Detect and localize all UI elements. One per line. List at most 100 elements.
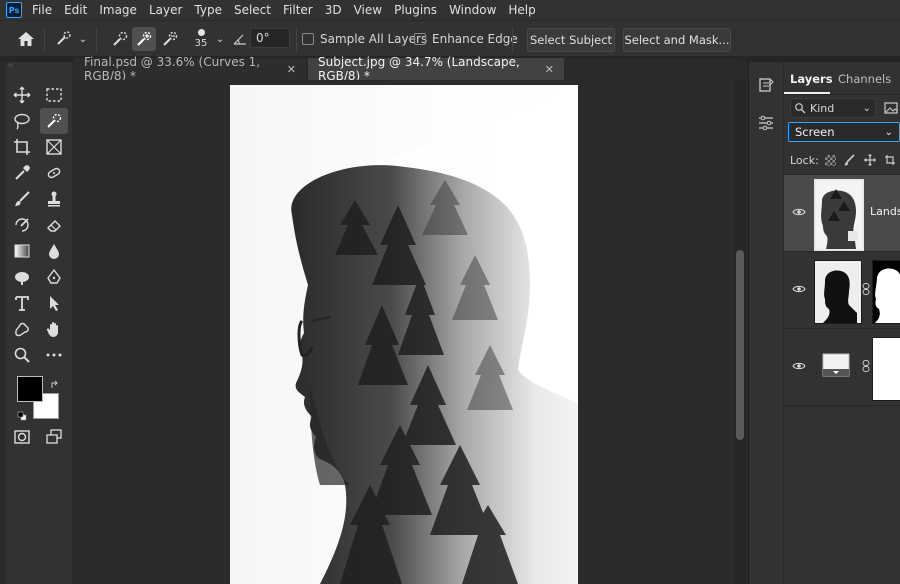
quick-selection-preset-icon[interactable]: [52, 28, 76, 50]
tab-channels[interactable]: Channels: [838, 68, 891, 90]
hand-icon[interactable]: [42, 318, 66, 340]
sample-all-layers-checkbox[interactable]: Sample All Layers: [302, 28, 427, 50]
adjustments-panel-icon[interactable]: [757, 114, 775, 132]
link-icon[interactable]: [862, 360, 870, 372]
brush-tip-icon: [197, 29, 205, 36]
menu-filter[interactable]: Filter: [283, 3, 313, 17]
document-canvas[interactable]: [230, 85, 578, 584]
quick-selection-tool-icon[interactable]: [40, 108, 68, 134]
menu-3d[interactable]: 3D: [325, 3, 342, 17]
checkbox-icon: [414, 33, 426, 45]
rectangular-marquee-icon[interactable]: [42, 84, 66, 106]
select-and-mask-button[interactable]: Select and Mask...: [623, 28, 731, 52]
lasso-icon[interactable]: [10, 110, 34, 132]
home-icon[interactable]: [14, 28, 38, 50]
eraser-icon[interactable]: [42, 214, 66, 236]
layer-mask-thumbnail[interactable]: [872, 337, 900, 401]
menu-bar: Ps File Edit Image Layer Type Select Fil…: [0, 0, 900, 20]
photoshop-logo-icon: Ps: [6, 2, 22, 18]
dodge-icon[interactable]: [10, 266, 34, 288]
tab-subject-jpg[interactable]: Subject.jpg @ 34.7% (Landscape, RGB/8) *…: [308, 55, 564, 83]
frame-tool-icon[interactable]: [42, 136, 66, 158]
swap-colors-icon[interactable]: [50, 375, 60, 388]
close-icon[interactable]: ✕: [545, 63, 554, 76]
menu-view[interactable]: View: [354, 3, 382, 17]
layer-row-subject[interactable]: [784, 252, 900, 329]
brush-icon[interactable]: [10, 188, 34, 210]
checkbox-icon: [302, 33, 314, 45]
link-icon[interactable]: [862, 283, 870, 295]
lock-pixels-icon[interactable]: [844, 154, 856, 166]
select-subject-button[interactable]: Select Subject: [527, 28, 615, 52]
menu-file[interactable]: File: [32, 3, 52, 17]
menu-select[interactable]: Select: [234, 3, 271, 17]
visibility-eye-icon[interactable]: [792, 282, 806, 296]
menu-edit[interactable]: Edit: [64, 3, 87, 17]
more-tools-icon[interactable]: [42, 344, 66, 366]
move-tool-icon[interactable]: [10, 84, 34, 106]
sample-all-layers-label: Sample All Layers: [320, 32, 428, 46]
chevron-down-icon[interactable]: ⌄: [76, 28, 90, 50]
blur-icon[interactable]: [42, 240, 66, 262]
layer-row-landscape[interactable]: Landsc: [784, 175, 900, 252]
menu-plugins[interactable]: Plugins: [394, 3, 437, 17]
vertical-scrollbar-thumb[interactable]: [736, 250, 744, 440]
menu-image[interactable]: Image: [99, 3, 137, 17]
foreground-color-swatch[interactable]: [17, 376, 43, 402]
lock-transparent-icon[interactable]: [824, 154, 836, 166]
pen-icon[interactable]: [42, 266, 66, 288]
brush-size-picker[interactable]: 35: [190, 24, 212, 54]
chevron-down-icon[interactable]: ⌄: [214, 28, 226, 50]
layer-thumbnail[interactable]: [814, 260, 862, 324]
image-filter-icon[interactable]: [884, 100, 900, 114]
tab-layers[interactable]: Layers: [790, 68, 833, 90]
clone-stamp-icon[interactable]: [42, 188, 66, 210]
screen-mode-icon[interactable]: [42, 426, 66, 448]
subtract-from-selection-brush-icon[interactable]: [158, 27, 182, 51]
quick-mask-icon[interactable]: [10, 426, 34, 448]
crop-icon[interactable]: [10, 136, 34, 158]
menu-help[interactable]: Help: [508, 3, 535, 17]
layer-mask-thumbnail[interactable]: [872, 260, 900, 324]
default-colors-icon[interactable]: [17, 406, 27, 421]
chevron-down-icon: ⌄: [862, 102, 871, 114]
lock-row: Lock:: [790, 152, 896, 168]
layer-name[interactable]: Landsc: [870, 205, 900, 218]
type-tool-icon[interactable]: [10, 292, 34, 314]
gradient-icon[interactable]: [10, 240, 34, 262]
visibility-eye-icon[interactable]: [792, 205, 806, 219]
add-to-selection-brush-icon[interactable]: [132, 27, 156, 51]
options-bar: ⌄ 35 ⌄ 0° Sample All Layers Enhance Edge…: [0, 20, 900, 58]
eyedropper-icon[interactable]: [10, 162, 34, 184]
tab-label: Final.psd @ 33.6% (Curves 1, RGB/8) *: [84, 55, 261, 83]
menu-window[interactable]: Window: [449, 3, 496, 17]
menu-type[interactable]: Type: [194, 3, 222, 17]
smart-object-badge-icon: [848, 231, 858, 241]
collapse-handle[interactable]: ‹‹: [6, 62, 74, 69]
document-tab-bar: Final.psd @ 33.6% (Curves 1, RGB/8) * ✕ …: [74, 55, 742, 83]
new-selection-brush-icon[interactable]: [108, 27, 132, 51]
enhance-edge-label: Enhance Edge: [432, 32, 518, 46]
blend-mode-select[interactable]: Screen ⌄: [788, 122, 900, 142]
subject-thumbnail-image: [815, 261, 861, 323]
angle-field[interactable]: 0°: [250, 28, 290, 48]
enhance-edge-checkbox[interactable]: Enhance Edge: [414, 28, 518, 50]
path-selection-icon[interactable]: [42, 292, 66, 314]
solid-color-fill-icon[interactable]: [822, 353, 850, 379]
lock-artboard-icon[interactable]: [884, 154, 896, 166]
tab-final-psd[interactable]: Final.psd @ 33.6% (Curves 1, RGB/8) * ✕: [74, 55, 306, 83]
menu-layer[interactable]: Layer: [149, 3, 182, 17]
filter-kind-label: Kind: [810, 101, 835, 115]
custom-shape-icon[interactable]: [10, 318, 34, 340]
layer-filter-kind[interactable]: Kind ⌄: [790, 98, 876, 118]
history-panel-icon[interactable]: [757, 76, 775, 94]
lock-position-icon[interactable]: [863, 154, 876, 166]
spot-healing-icon[interactable]: [42, 162, 66, 184]
search-icon: [795, 103, 806, 114]
zoom-icon[interactable]: [10, 344, 34, 366]
layer-row-background[interactable]: [784, 329, 900, 406]
history-brush-icon[interactable]: [10, 214, 34, 236]
angle-icon: [232, 28, 248, 50]
close-icon[interactable]: ✕: [287, 63, 296, 76]
visibility-eye-icon[interactable]: [792, 359, 806, 373]
